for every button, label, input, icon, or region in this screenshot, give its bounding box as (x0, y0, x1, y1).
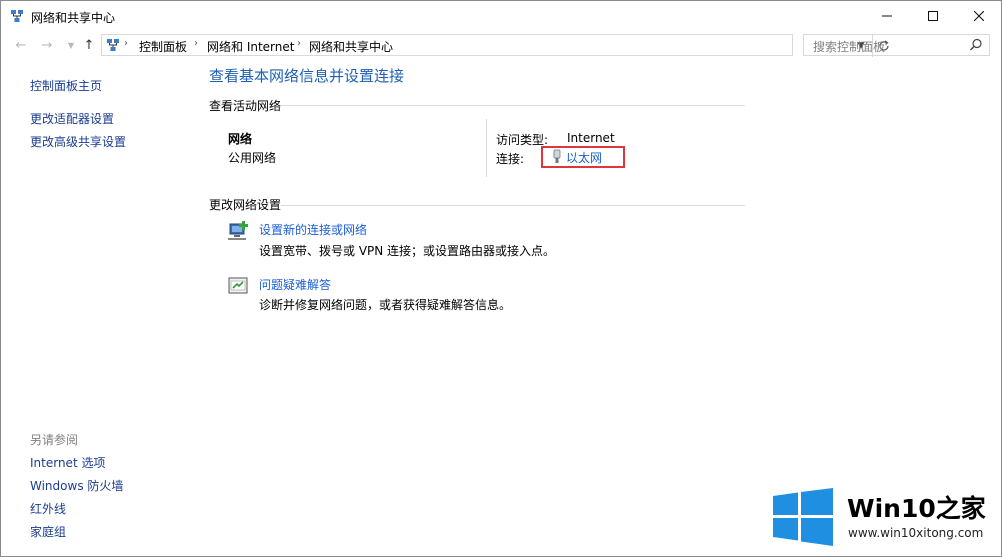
breadcrumb-separator-icon: › (124, 38, 128, 49)
troubleshoot-problems-link[interactable]: 问题疑难解答 (259, 276, 331, 293)
breadcrumb-separator-icon: › (194, 38, 198, 49)
page-title: 查看基本网络信息并设置连接 (209, 67, 405, 85)
see-also-heading: 另请参阅 (30, 433, 79, 447)
close-button[interactable] (956, 1, 1002, 31)
minimize-icon (882, 15, 892, 17)
control-panel-icon (107, 39, 119, 51)
forward-arrow-icon: → (41, 37, 53, 53)
see-also-windows-firewall[interactable]: Windows 防火墙 (30, 477, 123, 494)
recent-locations-button[interactable]: ▼ (63, 37, 79, 53)
network-center-icon (11, 10, 23, 22)
setup-new-connection-link[interactable]: 设置新的连接或网络 (259, 221, 367, 238)
sidebar-link-control-panel-home[interactable]: 控制面板主页 (30, 77, 102, 94)
breadcrumb-separator-icon: › (297, 38, 301, 49)
troubleshoot-icon (228, 277, 248, 294)
connection-label: 连接: (496, 152, 525, 166)
sidebar-link-advanced-sharing[interactable]: 更改高级共享设置 (30, 133, 126, 150)
change-settings-heading: 更改网络设置 (209, 198, 282, 212)
see-also-homegroup[interactable]: 家庭组 (30, 523, 66, 540)
network-name: 网络 (228, 132, 253, 146)
title-bar: 网络和共享中心 (1, 1, 1001, 31)
search-icon[interactable] (969, 38, 983, 52)
see-also-infrared[interactable]: 红外线 (30, 500, 66, 517)
network-sharing-center-window: 网络和共享中心 ← → ▼ ↑ › 控制面板 › 网络和 Internet › … (0, 0, 1002, 557)
chevron-down-icon: ▼ (67, 40, 75, 50)
back-arrow-icon: ← (15, 37, 27, 53)
watermark-url: www.win10xitong.com (848, 526, 984, 540)
watermark-brand: Win10之家 (847, 494, 986, 523)
forward-button[interactable]: → (39, 37, 55, 53)
new-connection-icon (228, 221, 248, 240)
network-profile-type[interactable]: 公用网络 (228, 149, 276, 166)
ethernet-icon (553, 149, 561, 163)
breadcrumb-network-sharing-center[interactable]: 网络和共享中心 (309, 38, 393, 55)
window-title: 网络和共享中心 (31, 11, 116, 25)
up-button[interactable]: ↑ (81, 37, 97, 53)
minimize-button[interactable] (864, 1, 910, 31)
breadcrumb-network-internet[interactable]: 网络和 Internet (207, 38, 294, 55)
windows-logo (773, 488, 833, 546)
navigation-bar: ← → ▼ ↑ › 控制面板 › 网络和 Internet › 网络和共享中心 (1, 32, 1001, 60)
active-networks-heading: 查看活动网络 (209, 99, 282, 113)
maximize-button[interactable] (910, 1, 956, 31)
setup-new-connection-description: 设置宽带、拨号或 VPN 连接；或设置路由器或接入点。 (259, 244, 556, 258)
vertical-divider (486, 119, 487, 177)
access-type-value: Internet (567, 131, 615, 145)
section-divider (281, 105, 745, 106)
maximize-icon (928, 11, 938, 21)
troubleshoot-problems-description: 诊断并修复网络问题，或者获得疑难解答信息。 (259, 298, 512, 312)
back-button[interactable]: ← (13, 37, 29, 53)
breadcrumb-control-panel[interactable]: 控制面板 (139, 38, 187, 55)
search-box[interactable]: 搜索控制面板 (803, 34, 990, 56)
close-icon (974, 11, 984, 21)
search-placeholder: 搜索控制面板 (813, 40, 886, 54)
sidebar-link-adapter-settings[interactable]: 更改适配器设置 (30, 110, 114, 127)
see-also-internet-options[interactable]: Internet 选项 (30, 454, 105, 471)
up-arrow-icon: ↑ (83, 37, 95, 53)
section-divider (281, 205, 745, 206)
address-bar[interactable]: › 控制面板 › 网络和 Internet › 网络和共享中心 ▼ (101, 34, 889, 57)
ethernet-connection-link[interactable]: 以太网 (566, 149, 602, 166)
